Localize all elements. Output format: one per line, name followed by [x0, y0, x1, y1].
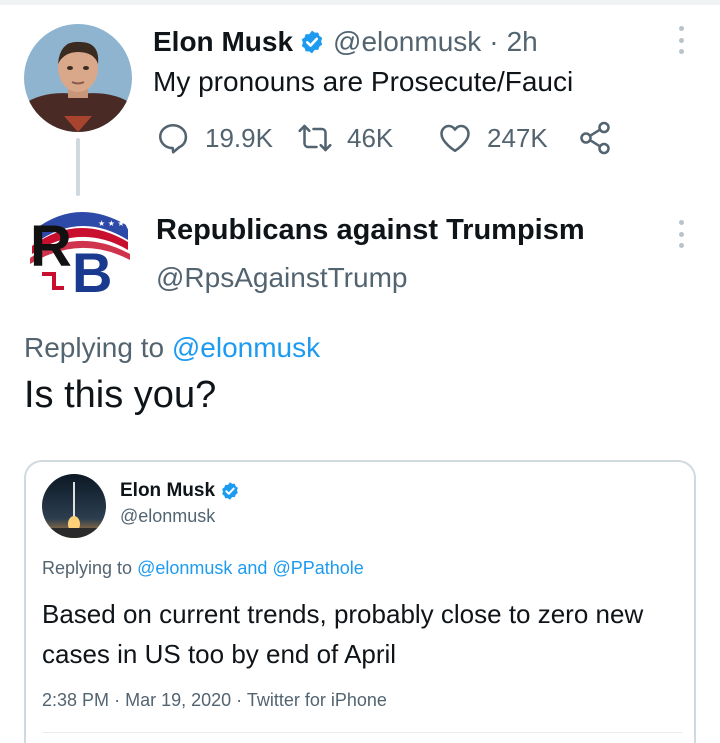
meta-separator: · [489, 26, 499, 57]
rb-logo-letter-b: B [72, 241, 112, 304]
author-handle[interactable]: @elonmusk [333, 26, 481, 58]
svg-text:★ ★ ★: ★ ★ ★ [98, 219, 125, 228]
quoted-replying-to-line: Replying to @elonmusk and @PPathole [42, 558, 364, 579]
quoted-divider [42, 732, 682, 733]
verified-icon [222, 482, 238, 500]
replying-to-line: Replying to @elonmusk [24, 332, 320, 364]
replying-to-label: Replying to [24, 332, 165, 363]
quoted-replying-link-2: @PPathole [272, 558, 364, 578]
quoted-tweet-text: Based on current trends, probably close … [42, 599, 644, 669]
like-button[interactable]: 247K [437, 116, 548, 160]
retweet-icon [298, 124, 332, 152]
reply-count: 19.9K [205, 122, 273, 153]
like-count: 247K [487, 122, 548, 153]
parent-tweet-header: Elon Musk @elonmusk · 2h [153, 22, 538, 62]
rb-logo-letter-r: R [30, 214, 72, 279]
quoted-replying-link-1: @elonmusk [137, 558, 233, 578]
republicans-against-trumpism-avatar[interactable]: ★ ★ ★ R B [24, 196, 132, 304]
tweet-age[interactable]: 2h [507, 26, 538, 58]
author-name[interactable]: Elon Musk [153, 26, 293, 58]
quoted-date: Mar 19, 2020 [125, 690, 232, 710]
main-tweet-text: Is this you? [24, 374, 217, 416]
quoted-author-handle: @elonmusk [120, 506, 216, 526]
quoted-separator: · [114, 690, 121, 710]
rocket-launch-avatar [42, 474, 106, 538]
quoted-replying-label: Replying to [42, 558, 133, 578]
replying-to-link[interactable]: @elonmusk [172, 332, 320, 363]
thread-connector [76, 138, 80, 196]
share-button[interactable] [577, 116, 627, 160]
retweet-button[interactable]: 46K [297, 116, 393, 160]
quoted-tweet-screenshot[interactable]: Elon Musk @elonmusk Replying to @elonmus… [24, 460, 696, 743]
share-icon [580, 121, 610, 155]
verified-icon [301, 30, 323, 54]
more-icon[interactable] [676, 26, 686, 54]
like-icon [440, 124, 470, 153]
parent-tweet-text: My pronouns are Prosecute/Fauci [153, 66, 574, 97]
retweet-count: 46K [347, 122, 394, 153]
quoted-separator: · [236, 690, 243, 710]
author-handle[interactable]: @RpsAgainstTrump [156, 262, 407, 294]
more-icon[interactable] [676, 220, 686, 248]
tweet-actions: 19.9K 46K 247K [153, 116, 623, 160]
reply-icon [158, 123, 188, 154]
quoted-author-name: Elon Musk [120, 480, 216, 501]
quoted-author-name-row: Elon Musk [120, 480, 240, 502]
reply-button[interactable]: 19.9K [155, 116, 273, 160]
quoted-time: 2:38 PM [42, 690, 110, 710]
author-name[interactable]: Republicans against Trumpism [156, 214, 585, 247]
quoted-source: Twitter for iPhone [246, 690, 387, 710]
quoted-replying-conjunction: and [237, 558, 268, 578]
top-divider [0, 0, 720, 5]
quoted-tweet-meta: 2:38 PM · Mar 19, 2020 · Twitter for iPh… [42, 690, 387, 711]
elon-musk-avatar[interactable] [24, 24, 132, 132]
